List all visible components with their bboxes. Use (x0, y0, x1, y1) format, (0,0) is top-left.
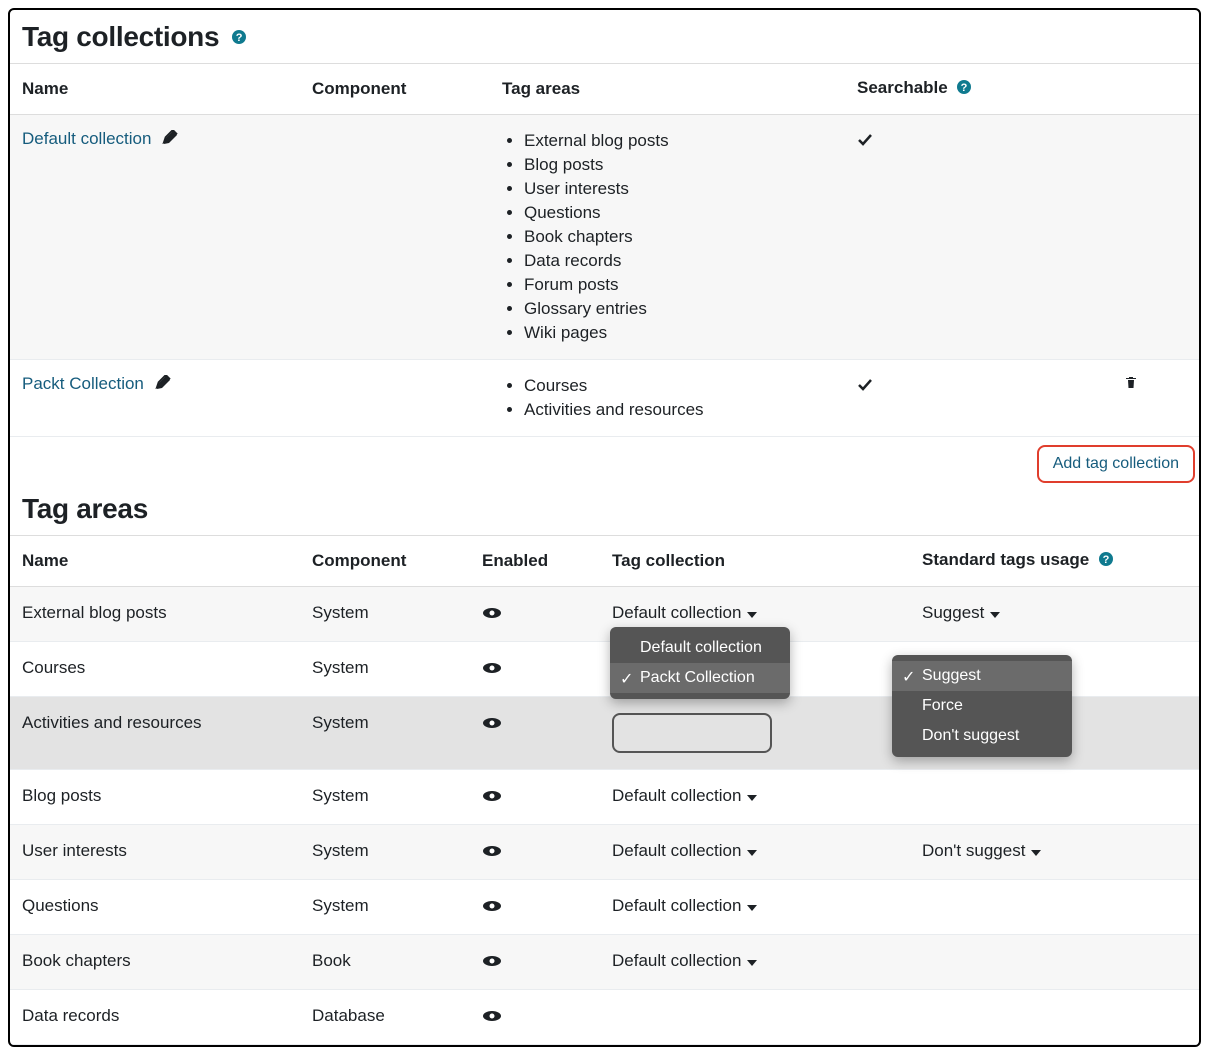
dropdown-option[interactable]: Packt Collection (610, 663, 790, 693)
list-item: User interests (524, 177, 833, 201)
tag-areas-list: External blog postsBlog postsUser intere… (502, 129, 833, 345)
list-item: Courses (524, 374, 833, 398)
enabled-toggle-icon[interactable] (482, 898, 502, 918)
component-cell: System (300, 697, 470, 770)
check-icon (857, 131, 875, 151)
delete-icon[interactable] (1123, 374, 1139, 397)
standard-tags-select[interactable]: Suggest (922, 603, 1000, 623)
table-row: Default collection External blog postsBl… (10, 115, 1199, 360)
list-item: Blog posts (524, 153, 833, 177)
table-row: Data recordsDatabase (10, 990, 1199, 1045)
list-item: Activities and resources (524, 398, 833, 422)
tag-collection-select[interactable]: Default collection (612, 786, 757, 806)
tag-collection-select[interactable]: Default collection (612, 841, 757, 861)
section-title-tag-areas: Tag areas (22, 493, 1199, 525)
col-std-tags: Standard tags usage (910, 536, 1199, 587)
help-icon[interactable] (231, 20, 247, 52)
enabled-toggle-icon[interactable] (482, 1008, 502, 1028)
caret-down-icon (747, 603, 757, 623)
component-cell: System (300, 825, 470, 880)
caret-down-icon (747, 896, 757, 916)
list-item: Questions (524, 201, 833, 225)
name-cell: Book chapters (10, 935, 300, 990)
enabled-toggle-icon[interactable] (482, 788, 502, 808)
col-name: Name (10, 64, 300, 115)
list-item: Glossary entries (524, 297, 833, 321)
standard-tags-select[interactable]: Don't suggest (922, 841, 1041, 861)
list-item: Wiki pages (524, 321, 833, 345)
enabled-toggle-icon[interactable] (482, 605, 502, 625)
tag-collection-dropdown[interactable]: Default collectionPackt Collection (610, 627, 790, 699)
table-row: Book chaptersBook Default collection (10, 935, 1199, 990)
name-cell: Data records (10, 990, 300, 1045)
tag-collection-select[interactable]: Default collection (612, 603, 757, 623)
component-cell: System (300, 880, 470, 935)
standard-tags-dropdown[interactable]: SuggestForceDon't suggest (892, 655, 1072, 757)
enabled-toggle-icon[interactable] (482, 843, 502, 863)
check-icon (857, 376, 875, 396)
table-row: QuestionsSystem Default collection (10, 880, 1199, 935)
col-enabled: Enabled (470, 536, 600, 587)
component-cell: System (300, 642, 470, 697)
col-tag-collection: Tag collection (600, 536, 910, 587)
name-cell: Blog posts (10, 770, 300, 825)
name-cell: Questions (10, 880, 300, 935)
name-cell: Courses (10, 642, 300, 697)
enabled-toggle-icon[interactable] (482, 715, 502, 735)
component-cell (300, 360, 490, 437)
col-component: Component (300, 536, 470, 587)
dropdown-option[interactable]: Force (892, 691, 1072, 721)
edit-icon[interactable] (155, 375, 171, 396)
component-cell: Book (300, 935, 470, 990)
col-tag-areas: Tag areas (490, 64, 845, 115)
tag-collection-select[interactable]: Default collection (612, 896, 757, 916)
component-cell: Database (300, 990, 470, 1045)
list-item: Book chapters (524, 225, 833, 249)
list-item: Forum posts (524, 273, 833, 297)
help-icon[interactable] (956, 79, 972, 100)
col-actions (1075, 64, 1199, 115)
help-icon[interactable] (1098, 551, 1114, 572)
enabled-toggle-icon[interactable] (482, 660, 502, 680)
caret-down-icon (747, 951, 757, 971)
dropdown-option[interactable]: Don't suggest (892, 721, 1072, 751)
tag-collection-select[interactable] (612, 713, 772, 753)
collection-link[interactable]: Packt Collection (22, 374, 144, 393)
add-tag-collection-button[interactable]: Add tag collection (1037, 445, 1195, 483)
enabled-toggle-icon[interactable] (482, 953, 502, 973)
edit-icon[interactable] (162, 130, 178, 151)
caret-down-icon (1031, 841, 1041, 861)
section-title-tag-collections: Tag collections (22, 20, 1199, 53)
table-row: External blog postsSystem Default collect… (10, 587, 1199, 642)
component-cell: System (300, 587, 470, 642)
tag-areas-list: CoursesActivities and resources (502, 374, 833, 422)
col-component: Component (300, 64, 490, 115)
dropdown-option[interactable]: Suggest (892, 661, 1072, 691)
table-row: User interestsSystem Default collection D… (10, 825, 1199, 880)
dropdown-option[interactable]: Default collection (610, 633, 790, 663)
table-row: Blog postsSystem Default collection (10, 770, 1199, 825)
name-cell: Activities and resources (10, 697, 300, 770)
name-cell: External blog posts (10, 587, 300, 642)
col-searchable: Searchable (845, 64, 1075, 115)
table-row: Packt Collection CoursesActivities and r… (10, 360, 1199, 437)
caret-down-icon (990, 603, 1000, 623)
tag-areas-table: Name Component Enabled Tag collection St… (10, 535, 1199, 1045)
caret-down-icon (747, 786, 757, 806)
list-item: Data records (524, 249, 833, 273)
component-cell: System (300, 770, 470, 825)
tag-collection-select[interactable]: Default collection (612, 951, 757, 971)
list-item: External blog posts (524, 129, 833, 153)
collection-link[interactable]: Default collection (22, 129, 151, 148)
col-name: Name (10, 536, 300, 587)
caret-down-icon (747, 841, 757, 861)
tag-collections-table: Name Component Tag areas Searchable Defa… (10, 63, 1199, 437)
component-cell (300, 115, 490, 360)
name-cell: User interests (10, 825, 300, 880)
